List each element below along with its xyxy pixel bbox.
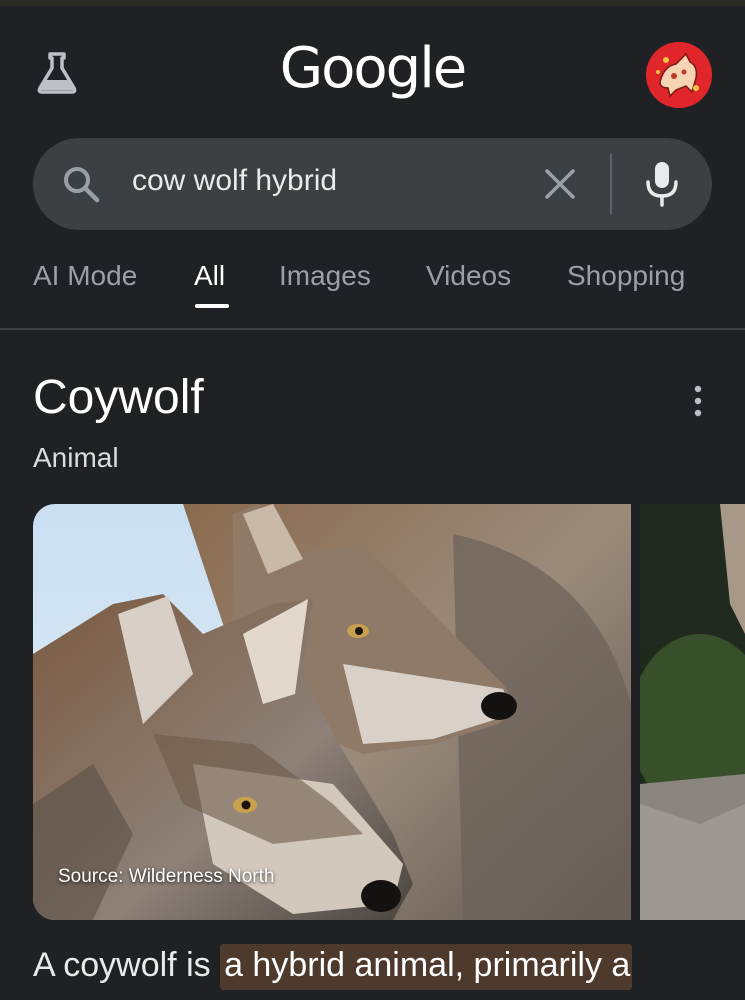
tab-videos[interactable]: Videos [426, 260, 511, 292]
tab-images[interactable]: Images [279, 260, 371, 292]
tab-shopping[interactable]: Shopping [567, 260, 685, 292]
tab-all[interactable]: All [194, 260, 225, 292]
close-icon[interactable] [541, 165, 579, 203]
secondary-image[interactable] [640, 504, 745, 920]
search-icon [64, 167, 100, 203]
search-input[interactable]: cow wolf hybrid [132, 164, 337, 198]
search-divider [610, 154, 612, 214]
tab-ai-mode[interactable]: AI Mode [33, 260, 137, 292]
active-tab-indicator [195, 304, 229, 308]
description-highlight: a hybrid animal, primarily a [220, 944, 633, 990]
image-source-label: Source: Wilderness North [58, 866, 275, 887]
header: Google [0, 6, 745, 130]
search-bar[interactable]: cow wolf hybrid [33, 138, 712, 230]
tabs-divider [0, 328, 745, 330]
google-logo[interactable]: Google [0, 36, 745, 101]
knowledge-panel-title: Coywolf [33, 371, 204, 424]
knowledge-panel-subtitle: Animal [33, 442, 119, 473]
mic-icon[interactable] [640, 160, 684, 208]
description-text: A coywolf is [33, 946, 221, 984]
knowledge-panel-description: A coywolf is a hybrid animal, primarily … [33, 944, 633, 990]
coywolf-image[interactable]: Source: Wilderness North [33, 504, 631, 920]
search-tabs: AI Mode All Images Videos Shopping [0, 248, 745, 328]
more-options-icon[interactable] [684, 384, 712, 418]
profile-avatar[interactable] [646, 42, 712, 108]
